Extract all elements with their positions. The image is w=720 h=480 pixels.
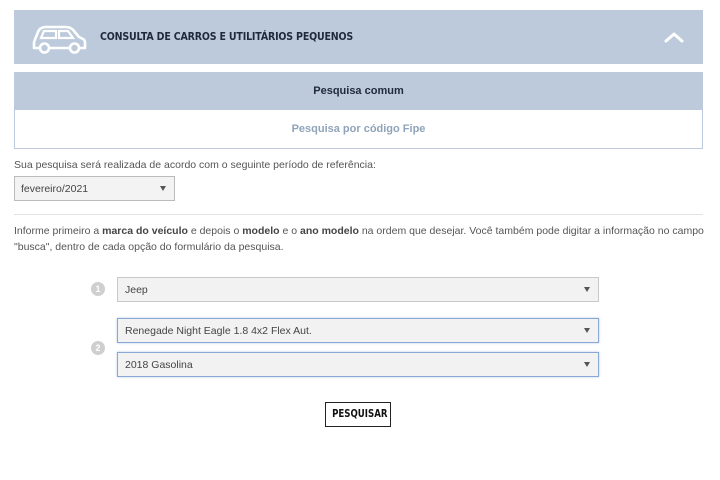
model-select-value: Renegade Night Eagle 1.8 4x2 Flex Aut.: [125, 325, 312, 337]
search-button-label: PESQUISAR: [332, 408, 388, 420]
step-2-badge: 2: [91, 341, 105, 355]
section-title: Consulta de Carros e Utilitários Pequeno…: [100, 30, 354, 43]
model-select[interactable]: Renegade Night Eagle 1.8 4x2 Flex Aut.: [117, 318, 599, 343]
reference-period-select[interactable]: fevereiro/2021: [14, 176, 175, 201]
year-select[interactable]: 2018 Gasolina: [117, 352, 599, 377]
dropdown-arrow-icon: [584, 328, 590, 333]
tab-pesquisa-comum[interactable]: Pesquisa comum: [14, 72, 703, 110]
reference-period-value: fevereiro/2021: [21, 183, 89, 195]
brand-select[interactable]: Jeep: [117, 277, 599, 302]
dropdown-arrow-icon: [584, 362, 590, 367]
year-select-value: 2018 Gasolina: [125, 359, 193, 371]
divider: [14, 214, 703, 215]
section-header[interactable]: Consulta de Carros e Utilitários Pequeno…: [14, 10, 703, 64]
dropdown-arrow-icon: [160, 186, 166, 191]
chevron-up-icon[interactable]: [663, 30, 685, 44]
tab-pesquisa-codigo-fipe[interactable]: Pesquisa por código Fipe: [14, 110, 703, 149]
car-icon: [32, 25, 87, 54]
brand-select-value: Jeep: [125, 284, 148, 296]
dropdown-arrow-icon: [584, 287, 590, 292]
step-1-badge: 1: [91, 282, 105, 296]
reference-period-label: Sua pesquisa será realizada de acordo co…: [14, 159, 376, 171]
instructions-text: Informe primeiro a marca do veículo e de…: [14, 225, 704, 253]
search-button[interactable]: PESQUISAR: [325, 402, 391, 427]
